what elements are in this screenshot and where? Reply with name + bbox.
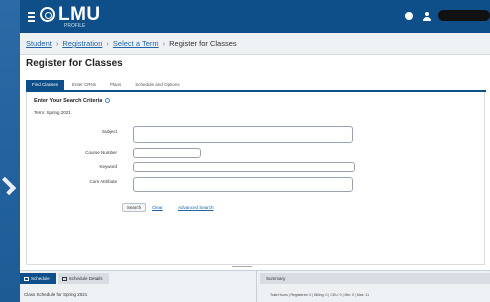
- breadcrumb-separator: ›: [162, 39, 166, 48]
- search-heading-text: Enter Your Search Criteria: [34, 98, 103, 104]
- logo-subtitle: PROFILE: [64, 23, 86, 29]
- clear-link[interactable]: Clear: [152, 205, 163, 210]
- course-number-label: Course Number: [85, 150, 117, 155]
- info-icon[interactable]: [105, 98, 111, 104]
- term-label: Term: Spring 2021: [34, 110, 71, 115]
- calendar-icon: [24, 276, 29, 281]
- tab-schedule-details[interactable]: Schedule Details: [57, 273, 109, 284]
- search-button[interactable]: Search: [122, 203, 146, 212]
- page-title: Register for Classes: [26, 58, 123, 69]
- tab-plans[interactable]: Plans: [104, 80, 127, 90]
- details-icon: [61, 276, 67, 281]
- redacted-user-name: [438, 10, 490, 21]
- advanced-search-link[interactable]: Advanced Search: [178, 205, 214, 210]
- browser-screen: LMU PROFILE Student › Registration › Select …: [20, 0, 490, 302]
- subject-label: Subject: [101, 129, 117, 134]
- schedule-caption: Class Schedule for Spring 2021: [24, 292, 88, 297]
- keyword-label: Keyword: [99, 164, 117, 169]
- summary-text: Total Hours | Registered: 0 | Billing: 0…: [270, 293, 370, 297]
- gear-icon[interactable]: [405, 12, 413, 20]
- screen-bezel: [0, 0, 20, 302]
- tab-schedule-details-label: Schedule Details: [68, 276, 103, 281]
- menu-icon[interactable]: [28, 12, 35, 22]
- search-panel: Enter Your Search Criteria Term: Spring …: [26, 92, 485, 265]
- tab-enter-crns[interactable]: Enter CRNs: [66, 80, 102, 90]
- lmu-seal-icon: [40, 7, 55, 22]
- summary-header[interactable]: Summary: [260, 273, 490, 284]
- chevron-right-icon: [0, 176, 17, 196]
- schedule-tabs: Schedule Schedule Details: [20, 273, 111, 284]
- core-attribute-input[interactable]: [133, 177, 353, 192]
- keyword-input[interactable]: [133, 162, 355, 172]
- bottom-divider: [256, 271, 257, 302]
- search-heading: Enter Your Search Criteria: [34, 98, 111, 104]
- top-header: LMU PROFILE: [20, 0, 490, 33]
- breadcrumb: Student › Registration › Select a Term › Regis…: [20, 33, 490, 55]
- breadcrumb-separator: ›: [55, 39, 59, 48]
- summary-label: Summary: [266, 276, 286, 281]
- tab-bar: Find Classes Enter CRNs Plans Schedule a…: [26, 80, 486, 92]
- user-icon[interactable]: [423, 12, 431, 21]
- bottom-panel: Schedule Schedule Details Class Schedule…: [20, 270, 490, 302]
- breadcrumb-select-term[interactable]: Select a Term: [113, 39, 159, 48]
- breadcrumb-student[interactable]: Student: [26, 39, 52, 48]
- course-number-input[interactable]: [133, 148, 201, 158]
- tab-find-classes[interactable]: Find Classes: [26, 80, 65, 90]
- breadcrumb-registration[interactable]: Registration: [62, 39, 102, 48]
- tab-schedule[interactable]: Schedule: [20, 273, 56, 284]
- logo[interactable]: LMU: [40, 5, 101, 25]
- tab-schedule-label: Schedule: [31, 276, 50, 281]
- breadcrumb-current: Register for Classes: [169, 39, 237, 48]
- tab-schedule-options[interactable]: Schedule and Options: [129, 80, 185, 90]
- core-attribute-label: Core Attribute: [89, 179, 117, 184]
- breadcrumb-separator: ›: [106, 39, 109, 48]
- subject-input[interactable]: [133, 126, 353, 143]
- logo-text: LMU: [58, 4, 101, 25]
